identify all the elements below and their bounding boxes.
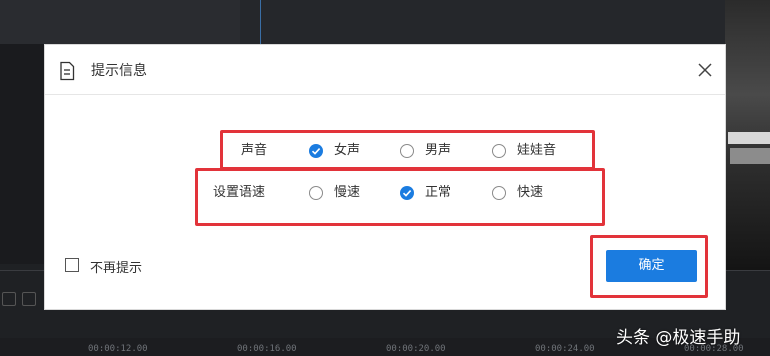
timeline-tick: 00:00:12.00 [88, 344, 148, 354]
prompt-dialog: 提示信息 声音 女声 男声 娃娃音 设置语速 慢速 正常 快速 不再提示 确定 [44, 44, 726, 310]
dialog-title: 提示信息 [91, 63, 147, 79]
annotation-box-voice [220, 130, 595, 170]
editor-media-panel [0, 0, 240, 44]
annotation-box-confirm [590, 235, 708, 298]
dont-remind-label: 不再提示 [90, 261, 143, 276]
annotation-box-speed [195, 168, 605, 226]
timeline-tool-icon[interactable] [2, 292, 16, 306]
timeline-tick: 00:00:20.00 [386, 344, 446, 354]
video-preview-detail [728, 132, 770, 144]
timeline-tick: 00:00:16.00 [237, 344, 297, 354]
video-preview-detail-2 [730, 148, 770, 164]
dialog-header: 提示信息 [45, 45, 725, 95]
panel-divider [260, 0, 261, 44]
timeline-tick: 00:00:24.00 [535, 344, 595, 354]
dont-remind-checkbox[interactable] [65, 258, 79, 272]
close-icon[interactable] [695, 60, 715, 80]
watermark: 头条 @极速手助 [616, 328, 741, 348]
document-icon [60, 61, 75, 81]
timeline-tool-icon-2[interactable] [22, 292, 36, 306]
editor-left-panel [0, 44, 44, 264]
